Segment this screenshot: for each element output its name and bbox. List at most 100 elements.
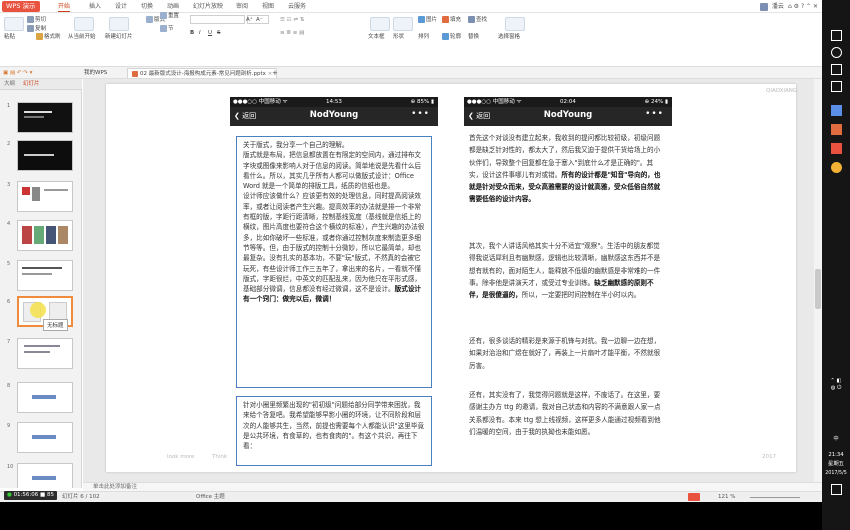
new-slide-button[interactable]: 新建幻灯片: [105, 33, 133, 41]
textbox-button[interactable]: 文本框: [368, 33, 385, 41]
vertical-scrollbar[interactable]: [814, 79, 822, 488]
section-button[interactable]: 节: [160, 25, 174, 33]
wps-window: WPS 演示 开始 插入 设计 切换 动画 幻灯片放映 审阅 视图 云服务 潘云…: [0, 0, 822, 530]
right-paragraph-3: 还有，很多谈话的精彩是来源于机锋与对抗。我一边聊一边在想，如果对治治和广煜在就好…: [469, 337, 661, 370]
fill-button[interactable]: 填充: [442, 16, 461, 24]
outline-button[interactable]: 轮廓: [442, 33, 461, 41]
slide-thumbnail-8[interactable]: [17, 382, 73, 413]
window-controls-icon[interactable]: ⌂ ⚙ ? ⌃ ✕: [788, 1, 818, 12]
tab-home[interactable]: 开始: [58, 1, 71, 12]
panel-header: 大纲 幻灯片: [0, 79, 82, 90]
ime-indicator[interactable]: 中: [822, 436, 850, 443]
textbox-icon[interactable]: [370, 17, 390, 31]
section-icon: [160, 25, 167, 32]
strike-button[interactable]: S: [217, 29, 221, 37]
paste-button[interactable]: 粘贴: [4, 33, 15, 41]
browser-icon[interactable]: [831, 162, 842, 173]
clock-label: 02:04: [560, 99, 576, 105]
font-name-field[interactable]: [190, 15, 245, 24]
select-pane-button[interactable]: 选择窗格: [498, 33, 520, 41]
avatar[interactable]: [759, 2, 768, 11]
my-wps-tab[interactable]: 我的WPS: [80, 68, 111, 78]
copy-button[interactable]: 复制: [27, 25, 46, 33]
camera-icon[interactable]: [831, 81, 842, 92]
slide[interactable]: QIAOXIANG look more Think 2017: [106, 84, 798, 472]
stop-icon[interactable]: [831, 64, 842, 75]
tab-transition[interactable]: 切换: [141, 1, 153, 12]
scroll-thumb[interactable]: [815, 269, 821, 309]
slide-thumbnail-4[interactable]: [17, 220, 73, 251]
replace-button[interactable]: 替换: [468, 33, 479, 41]
reset-button[interactable]: 重置: [160, 12, 179, 20]
tab-insert[interactable]: 插入: [89, 1, 101, 12]
user-name[interactable]: 潘云: [772, 1, 784, 12]
watermark-think: Think: [212, 454, 228, 460]
picture-icon: [418, 16, 425, 23]
ribbon-toolbar: 粘贴 剪切 复制 格式刷 从当前开始 新建幻灯片 版式 重置 节 A⁺ A⁻ B…: [0, 12, 822, 67]
slide-thumbnail-9[interactable]: [17, 422, 73, 453]
slide-number: 8: [7, 383, 11, 389]
slide-thumbnail-2[interactable]: [17, 140, 73, 171]
play-icon[interactable]: [74, 17, 94, 31]
cut-button[interactable]: 剪切: [27, 16, 46, 24]
watermark-top-right: QIAOXIANG: [766, 88, 798, 94]
record-icon[interactable]: [831, 47, 842, 58]
find-button[interactable]: 查找: [468, 16, 487, 24]
tray-icons[interactable]: ⌃ ◧ ◍ ⏻: [822, 378, 850, 392]
shrink-font-button[interactable]: A⁻: [256, 16, 263, 24]
picture-button[interactable]: 图片: [418, 16, 437, 24]
tab-slideshow[interactable]: 幻灯片放映: [193, 1, 223, 12]
shape-button[interactable]: 形状: [393, 33, 404, 41]
left-text-block-2[interactable]: 针对小圈里频繁出现的"初初级"问题给部分同学带来困扰，我来给个答复吧。我希望能够…: [236, 396, 432, 466]
italic-button[interactable]: I: [199, 29, 201, 37]
notification-icon[interactable]: [831, 484, 842, 495]
format-painter-button[interactable]: 格式刷: [36, 33, 61, 41]
grow-font-button[interactable]: A⁺: [246, 16, 253, 24]
document-tab[interactable]: 02 最新版式设计-海报构成元素-常见问题剖析.pptx ×: [127, 68, 278, 78]
thumbnail-list: 1 2 3 4 5 6 无标题 7 8 9 10: [0, 91, 82, 488]
play-slideshow-icon[interactable]: [688, 493, 700, 501]
system-rail: ⌃ ◧ ◍ ⏻ 中 21:34 星期五 2017/5/5: [822, 0, 850, 530]
minimize-icon[interactable]: [831, 30, 842, 41]
slide-thumbnail-7[interactable]: [17, 338, 73, 369]
new-tab-button[interactable]: +: [268, 68, 282, 78]
underline-button[interactable]: U: [208, 29, 212, 37]
photoshop-icon[interactable]: [831, 105, 842, 116]
tab-cloud[interactable]: 云服务: [288, 1, 306, 12]
carrier-label: ●●●○○ 中国移动 ᯤ: [233, 99, 288, 105]
outline-icon: [442, 33, 449, 40]
tab-animation[interactable]: 动画: [167, 1, 179, 12]
tab-review[interactable]: 审阅: [236, 1, 248, 12]
paste-icon[interactable]: [4, 17, 24, 31]
tab-design[interactable]: 设计: [115, 1, 127, 12]
bold-button[interactable]: B: [190, 29, 194, 37]
scissors-icon: [27, 16, 34, 23]
slide-thumbnail-5[interactable]: [17, 260, 73, 291]
select-pane-icon[interactable]: [505, 17, 525, 31]
slide-number: 6: [7, 299, 11, 305]
thumbnail-tooltip: 无标题: [43, 319, 68, 331]
left-text-block-1[interactable]: 关于版式，我分享一个自己的理解。 版式就是布局，把信息都放置在有限定的空间内，通…: [236, 136, 432, 388]
new-slide-icon[interactable]: [109, 17, 129, 31]
zoom-level[interactable]: 121 %: [718, 492, 735, 502]
slide-thumbnail-1[interactable]: [17, 102, 73, 133]
paragraph-controls[interactable]: ☰ ☷ ⇌ ⇅: [280, 16, 304, 24]
slide-thumbnail-10[interactable]: [17, 463, 73, 488]
outline-tab[interactable]: 大纲: [4, 80, 15, 89]
slide-thumbnail-3[interactable]: [17, 181, 73, 212]
shape-icon[interactable]: [393, 17, 413, 31]
wps-presentation-icon[interactable]: [831, 124, 842, 135]
from-current-button[interactable]: 从当前开始: [68, 33, 96, 41]
tab-view[interactable]: 视图: [262, 1, 274, 12]
notes-pane[interactable]: 单击此处添加备注: [83, 482, 822, 491]
slide-counter: 幻灯片 6 / 102: [62, 494, 100, 500]
wps-app-menu-button[interactable]: WPS 演示: [2, 1, 40, 12]
align-controls[interactable]: ≡ ≣ ≡ ▤: [280, 29, 304, 37]
wps-doc-icon[interactable]: [831, 143, 842, 154]
slides-tab[interactable]: 幻灯片: [23, 80, 40, 89]
quick-access-icons[interactable]: ▣ ▤ ↶ ↷ ▾: [3, 69, 32, 77]
nav-title: NodYoung: [543, 110, 593, 120]
clock-time: 21:34: [828, 452, 844, 458]
arrange-button[interactable]: 排列: [418, 33, 429, 41]
zoom-slider[interactable]: [750, 497, 800, 498]
